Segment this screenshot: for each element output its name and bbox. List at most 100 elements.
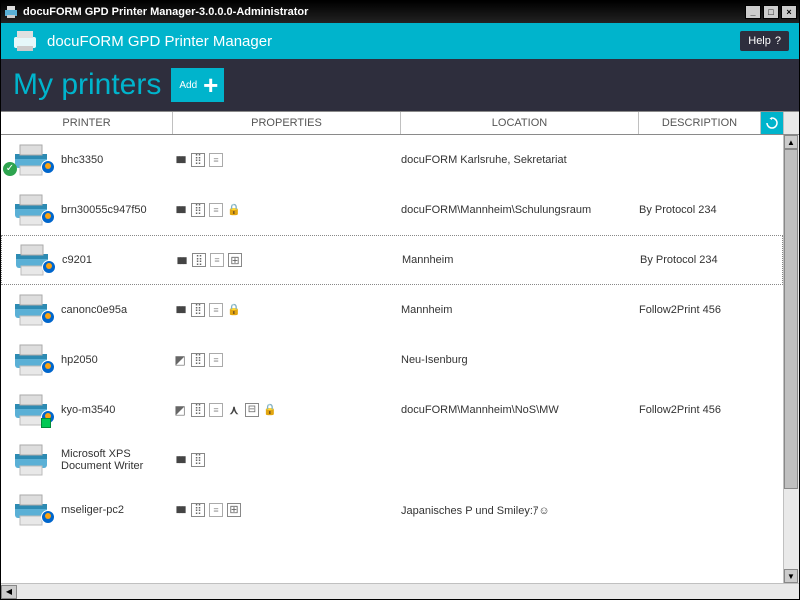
grid-icon: [228, 253, 242, 267]
printer-name: Microsoft XPS Document Writer: [61, 448, 173, 472]
lock-icon: [263, 403, 277, 417]
properties-cell: [173, 153, 401, 167]
add-label: Add: [179, 80, 197, 91]
grid-icon: [227, 503, 241, 517]
status-badge: [41, 160, 55, 174]
printer-row[interactable]: canonc0e95aMannheimFollow2Print 456: [1, 285, 783, 335]
status-badge: [41, 360, 55, 374]
printer-row[interactable]: mseliger-pc2 Japanisches P und Smiley:ｱ☺: [1, 485, 783, 535]
doc-icon: [209, 353, 223, 367]
scroll-down-button[interactable]: ▼: [784, 569, 798, 583]
printer-name: hp2050: [61, 354, 173, 366]
app-window: docuFORM GPD Printer Manager-3.0.0.0-Adm…: [0, 0, 800, 600]
bars-icon: [173, 503, 187, 517]
check-icon: ✓: [3, 162, 17, 176]
list-area: ✓ bhc3350 docuFORM Karlsruhe, Sekretariat b…: [1, 135, 799, 599]
description-cell: By Protocol 234: [640, 254, 782, 266]
properties-cell: [173, 303, 401, 317]
printer-name: bhc3350: [61, 154, 173, 166]
panel-icon: [191, 503, 205, 517]
properties-cell: [173, 403, 401, 417]
panel-icon: [191, 353, 205, 367]
doc-icon: [209, 503, 223, 517]
help-button[interactable]: Help ?: [740, 31, 789, 51]
add-button[interactable]: Add +: [171, 68, 224, 102]
printer-icon: ✓: [1, 142, 61, 178]
description-cell: Follow2Print 456: [639, 404, 783, 416]
printer-icon: [1, 442, 61, 478]
printer-row[interactable]: hp2050 Neu-Isenburg: [1, 335, 783, 385]
printer-name: c9201: [62, 254, 174, 266]
printer-icon: [1, 392, 61, 428]
printer-icon: [1, 192, 61, 228]
scroll-left-button[interactable]: ◀: [1, 585, 17, 599]
properties-cell: [173, 503, 401, 517]
printer-row[interactable]: brn30055c947f50 docuFORM\Mannheim\Schulun…: [1, 185, 783, 235]
bars-icon: [173, 203, 187, 217]
subheader: My printers Add +: [1, 59, 799, 111]
printer-row[interactable]: ✓ bhc3350 docuFORM Karlsruhe, Sekretariat: [1, 135, 783, 185]
bars-icon: [174, 253, 188, 267]
close-button[interactable]: ×: [781, 5, 797, 19]
doc-icon: [209, 303, 223, 317]
bars-icon: [173, 303, 187, 317]
col-properties[interactable]: PROPERTIES: [173, 112, 401, 134]
help-icon: ?: [775, 35, 781, 47]
col-description[interactable]: DESCRIPTION: [639, 112, 761, 134]
maximize-button[interactable]: □: [763, 5, 779, 19]
panel-icon: [191, 153, 205, 167]
location-cell: Japanisches P und Smiley:ｱ☺: [401, 502, 639, 518]
location-cell: docuFORM\Mannheim\Schulungsraum: [401, 204, 639, 216]
panel-icon: [191, 453, 205, 467]
lock-icon: [227, 203, 241, 217]
tri-icon: [173, 403, 187, 417]
description-cell: By Protocol 234: [639, 204, 783, 216]
app-name: docuFORM GPD Printer Manager: [47, 33, 740, 50]
app-header: docuFORM GPD Printer Manager Help ?: [1, 23, 799, 59]
properties-cell: [173, 453, 401, 467]
window-title: docuFORM GPD Printer Manager-3.0.0.0-Adm…: [23, 6, 743, 18]
plus-icon: +: [203, 72, 218, 98]
location-cell: Mannheim: [402, 254, 640, 266]
printer-name: brn30055c947f50: [61, 204, 173, 216]
scrollbar-gutter-top: [783, 112, 799, 134]
tri-icon: [173, 353, 187, 367]
col-printer[interactable]: PRINTER: [1, 112, 173, 134]
printer-icon: [2, 242, 62, 278]
status-badge: [41, 510, 55, 524]
doc-icon: [210, 253, 224, 267]
horizontal-scrollbar[interactable]: ◀: [1, 583, 799, 599]
printer-row[interactable]: c9201 MannheimBy Protocol 234: [1, 235, 783, 285]
bars-icon: [173, 453, 187, 467]
panel-icon: [191, 203, 205, 217]
titlebar: docuFORM GPD Printer Manager-3.0.0.0-Adm…: [1, 1, 799, 23]
help-label: Help: [748, 35, 771, 47]
minimize-button[interactable]: _: [745, 5, 761, 19]
location-cell: Neu-Isenburg: [401, 354, 639, 366]
printer-row[interactable]: Microsoft XPS Document Writer: [1, 435, 783, 485]
properties-cell: [174, 253, 402, 267]
bars-icon: [173, 153, 187, 167]
doc-icon: [209, 403, 223, 417]
col-location[interactable]: LOCATION: [401, 112, 639, 134]
panel-icon: [192, 253, 206, 267]
green-badge: [41, 418, 51, 428]
properties-cell: [173, 203, 401, 217]
scroll-up-button[interactable]: ▲: [784, 135, 798, 149]
status-badge: [41, 210, 55, 224]
scroll-thumb[interactable]: [784, 149, 798, 489]
person-icon: [227, 403, 241, 417]
page-title: My printers: [13, 68, 161, 102]
panel-icon: [191, 403, 205, 417]
logo-icon: [11, 27, 39, 55]
printer-icon: [1, 292, 61, 328]
location-cell: docuFORM Karlsruhe, Sekretariat: [401, 154, 639, 166]
printer-name: canonc0e95a: [61, 304, 173, 316]
printer-name: mseliger-pc2: [61, 504, 173, 516]
printer-icon: [1, 342, 61, 378]
printer-row[interactable]: kyo-m3540docuFORM\Mannheim\NoS\MWFollow2…: [1, 385, 783, 435]
description-cell: Follow2Print 456: [639, 304, 783, 316]
refresh-button[interactable]: [761, 112, 783, 134]
doc-icon: [209, 203, 223, 217]
status-badge: [42, 260, 56, 274]
